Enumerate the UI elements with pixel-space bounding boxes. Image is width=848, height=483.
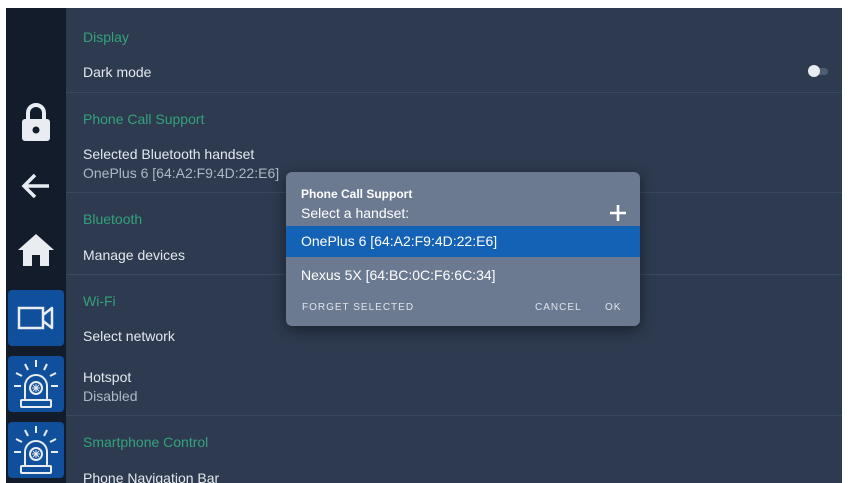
manage-devices-item[interactable]: Manage devices <box>83 247 185 263</box>
hotspot-label[interactable]: Hotspot <box>83 369 131 385</box>
lock-icon <box>19 102 53 142</box>
side-rail <box>6 8 66 483</box>
divider <box>66 92 842 93</box>
settings-screen: Display Dark mode Phone Call Support Sel… <box>6 8 842 483</box>
emergency-button-2[interactable] <box>8 422 64 478</box>
dark-mode-label[interactable]: Dark mode <box>83 64 151 80</box>
handset-dialog: Phone Call Support Select a handset: One… <box>286 172 640 326</box>
phone-navigation-bar-item[interactable]: Phone Navigation Bar <box>83 470 219 483</box>
home-icon <box>16 232 56 268</box>
section-title-bluetooth: Bluetooth <box>83 211 143 227</box>
hotspot-value: Disabled <box>83 388 138 404</box>
plus-icon <box>608 205 628 227</box>
select-network-item[interactable]: Select network <box>83 328 175 344</box>
home-button[interactable] <box>8 222 64 278</box>
camera-button[interactable] <box>8 290 64 346</box>
handset-option-oneplus[interactable]: OnePlus 6 [64:A2:F9:4D:22:E6] <box>286 226 640 257</box>
back-button[interactable] <box>8 158 64 214</box>
section-title-display: Display <box>83 29 129 45</box>
emergency-beacon-icon <box>12 424 60 476</box>
cancel-button[interactable]: CANCEL <box>535 302 582 313</box>
add-handset-button[interactable] <box>608 203 628 223</box>
forget-selected-button[interactable]: FORGET SELECTED <box>302 302 414 313</box>
divider <box>66 415 842 416</box>
video-camera-icon <box>16 304 56 332</box>
dark-mode-toggle[interactable] <box>808 65 828 77</box>
dialog-subtitle: Select a handset: <box>301 205 410 221</box>
ok-button[interactable]: OK <box>605 302 621 313</box>
section-title-phone-call: Phone Call Support <box>83 111 205 127</box>
selected-handset-value: OnePlus 6 [64:A2:F9:4D:22:E6] <box>83 165 280 181</box>
back-arrow-icon <box>19 169 53 203</box>
section-title-wifi: Wi-Fi <box>83 293 116 309</box>
handset-option-nexus[interactable]: Nexus 5X [64:BC:0C:F6:6C:34] <box>286 260 640 291</box>
selected-handset-label[interactable]: Selected Bluetooth handset <box>83 146 254 162</box>
section-title-smartphone: Smartphone Control <box>83 434 209 450</box>
emergency-button-1[interactable] <box>8 356 64 412</box>
toggle-thumb <box>808 65 820 77</box>
dialog-title: Phone Call Support <box>301 187 413 201</box>
lock-button[interactable] <box>8 94 64 150</box>
emergency-beacon-icon <box>12 358 60 410</box>
